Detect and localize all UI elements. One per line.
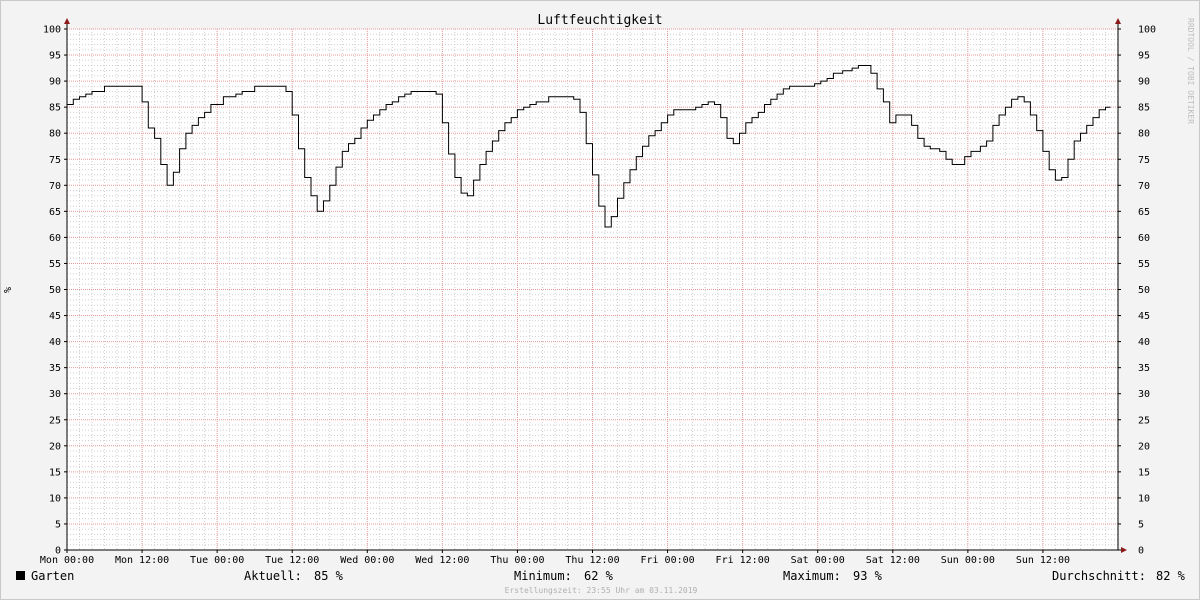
x-tick-label: Tue 12:00 bbox=[265, 555, 319, 566]
y-tick-label-left: 65 bbox=[49, 207, 61, 218]
x-tick-label: Mon 12:00 bbox=[115, 555, 169, 566]
x-tick-label: Thu 12:00 bbox=[565, 555, 619, 566]
grid-layer bbox=[66, 28, 1118, 551]
y-tick-label-right: 85 bbox=[1138, 103, 1150, 114]
y-tick-label-left: 15 bbox=[49, 467, 61, 478]
y-tick-label-left: 80 bbox=[49, 129, 61, 140]
legend-avg-label: Durchschnitt: bbox=[1052, 569, 1146, 583]
x-tick-label: Fri 00:00 bbox=[640, 555, 694, 566]
x-tick-label: Fri 12:00 bbox=[716, 555, 770, 566]
x-tick-label: Sat 12:00 bbox=[866, 555, 920, 566]
x-tick-label: Wed 12:00 bbox=[415, 555, 469, 566]
y-tick-label-left: 20 bbox=[49, 441, 61, 452]
legend: Garten Aktuell: 85 % Minimum: 62 % Maxim… bbox=[16, 569, 1186, 583]
y-tick-label-left: 45 bbox=[49, 311, 61, 322]
y-axis-right-arrow bbox=[1115, 18, 1121, 24]
x-tick-label: Sun 00:00 bbox=[941, 555, 995, 566]
y-tick-label-right: 95 bbox=[1138, 51, 1150, 62]
legend-max-label: Maximum: bbox=[783, 569, 841, 583]
chart-svg: 0 05 510 1015 1520 2025 2530 3035 3540 4045 4550 50… bbox=[3, 13, 1195, 595]
y-tick-label-right: 90 bbox=[1138, 77, 1150, 88]
y-tick-label-right: 40 bbox=[1138, 337, 1150, 348]
legend-min-label: Minimum: bbox=[514, 569, 572, 583]
legend-max-value: 93 % bbox=[853, 569, 883, 583]
legend-current-label: Aktuell: bbox=[244, 569, 302, 583]
y-tick-label-right: 20 bbox=[1138, 441, 1150, 452]
legend-min-value: 62 % bbox=[584, 569, 614, 583]
y-tick-label-left: 10 bbox=[49, 493, 61, 504]
y-tick-label-left: 100 bbox=[43, 25, 61, 36]
y-tick-label-right: 100 bbox=[1138, 25, 1156, 36]
x-axis-arrow bbox=[1121, 547, 1127, 553]
y-tick-label-left: 35 bbox=[49, 363, 61, 374]
legend-avg-value: 82 % bbox=[1156, 569, 1186, 583]
y-tick-label-right: 55 bbox=[1138, 259, 1150, 270]
y-tick-label-right: 30 bbox=[1138, 389, 1150, 400]
x-tick-label: Thu 00:00 bbox=[490, 555, 544, 566]
rrdtool-watermark: RRDTOOL / TOBI OETIKER bbox=[1186, 18, 1195, 124]
y-tick-label-left: 75 bbox=[49, 155, 61, 166]
y-tick-label-left: 40 bbox=[49, 337, 61, 348]
y-tick-label-right: 10 bbox=[1138, 493, 1150, 504]
y-tick-label-left: 90 bbox=[49, 77, 61, 88]
y-tick-label-right: 80 bbox=[1138, 129, 1150, 140]
x-tick-label: Sat 00:00 bbox=[791, 555, 845, 566]
x-tick-label: Sun 12:00 bbox=[1016, 555, 1070, 566]
y-axis-left-arrow bbox=[64, 18, 70, 24]
y-tick-label-right: 25 bbox=[1138, 415, 1150, 426]
y-tick-label-right: 70 bbox=[1138, 181, 1150, 192]
y-tick-label-right: 60 bbox=[1138, 233, 1150, 244]
y-tick-label-left: 60 bbox=[49, 233, 61, 244]
y-tick-label-right: 0 bbox=[1138, 546, 1144, 557]
y-axis-label-left: % bbox=[3, 287, 14, 293]
legend-current-value: 85 % bbox=[314, 569, 344, 583]
legend-swatch bbox=[16, 571, 25, 580]
y-tick-label-left: 5 bbox=[55, 519, 61, 530]
y-tick-label-left: 55 bbox=[49, 259, 61, 270]
y-tick-label-right: 45 bbox=[1138, 311, 1150, 322]
y-tick-label-right: 5 bbox=[1138, 519, 1144, 530]
y-tick-label-left: 30 bbox=[49, 389, 61, 400]
y-tick-label-right: 75 bbox=[1138, 155, 1150, 166]
legend-series-name: Garten bbox=[31, 569, 74, 583]
y-tick-label-right: 65 bbox=[1138, 207, 1150, 218]
y-tick-label-right: 15 bbox=[1138, 467, 1150, 478]
chart-title: Luftfeuchtigkeit bbox=[537, 13, 662, 28]
chart-frame: 0 0 5 5 10 10 15 15 20 20 25 25 30 30 35 35 40 40 45 45 50 50… bbox=[0, 0, 1200, 600]
x-tick-label: Tue 00:00 bbox=[190, 555, 244, 566]
y-tick-label-left: 95 bbox=[49, 51, 61, 62]
x-tick-label: Mon 00:00 bbox=[40, 555, 94, 566]
y-tick-label-left: 70 bbox=[49, 181, 61, 192]
y-tick-label-right: 50 bbox=[1138, 285, 1150, 296]
x-tick-label: Wed 00:00 bbox=[340, 555, 394, 566]
y-tick-label-right: 35 bbox=[1138, 363, 1150, 374]
y-tick-label-left: 85 bbox=[49, 103, 61, 114]
y-tick-label-left: 25 bbox=[49, 415, 61, 426]
y-tick-label-left: 50 bbox=[49, 285, 61, 296]
creation-timestamp: Erstellungszeit: 23:55 Uhr am 03.11.2019 bbox=[505, 586, 698, 595]
